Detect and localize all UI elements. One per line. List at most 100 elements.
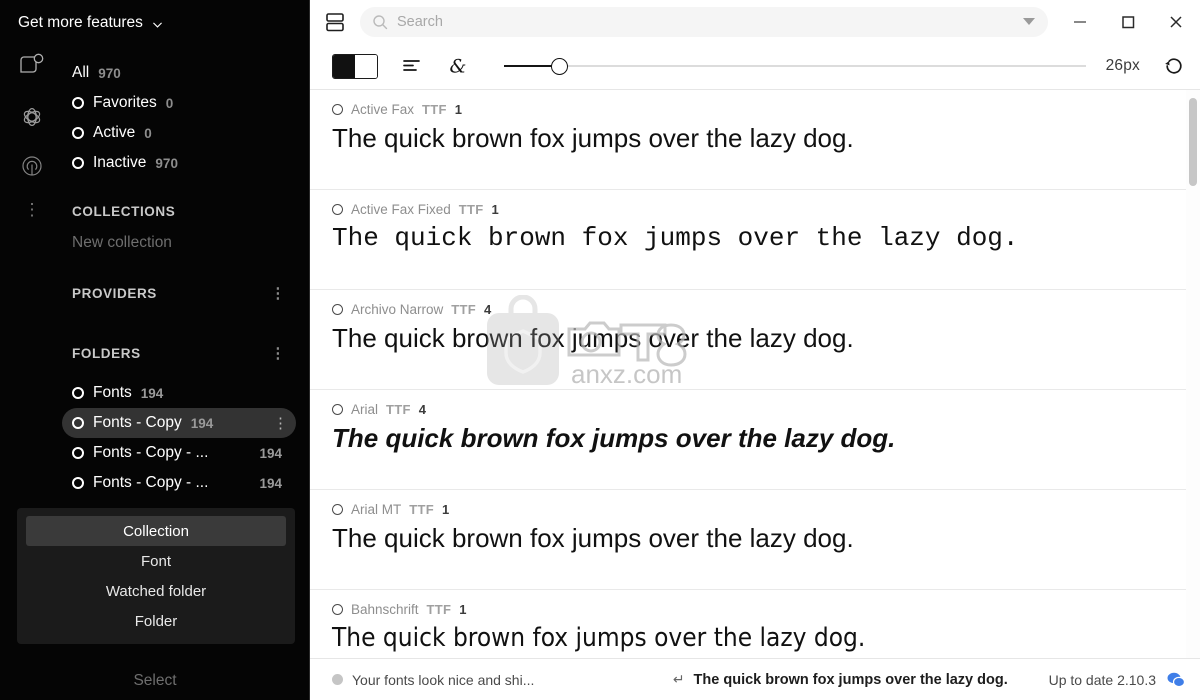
folder-label: Fonts - Copy - ...	[93, 474, 209, 491]
sidebar-item-inactive[interactable]: Inactive 970	[0, 148, 310, 178]
font-name: Archivo Narrow	[351, 302, 444, 317]
folder-kebab-menu-icon[interactable]: ⋮	[273, 416, 296, 431]
context-menu-item-font-label: Font	[140, 552, 171, 570]
context-menu-item-font[interactable]: Font	[26, 546, 286, 576]
reset-rotate-icon[interactable]	[1162, 54, 1186, 78]
table-row[interactable]: Bahnschrift TTF 1 The quick brown fox ju…	[310, 590, 1186, 658]
font-meta: Arial TTF 4	[332, 402, 1186, 417]
sidebar-folder-fonts[interactable]: Fonts 194	[62, 378, 296, 408]
folders-section-header: FOLDERS ⋮	[0, 336, 310, 370]
font-meta: Arial MT TTF 1	[332, 502, 1186, 517]
sidebar-folder-fonts-copy[interactable]: Fonts - Copy 194 ⋮	[62, 408, 296, 438]
sidebar-item-favorites-label: Favorites	[93, 94, 157, 111]
context-menu-item-folder[interactable]: Folder	[26, 606, 286, 636]
font-meta: Active Fax TTF 1	[332, 102, 1186, 117]
font-name: Bahnschrift	[351, 602, 419, 617]
font-sample-text: The quick brown fox jumps over the lazy …	[332, 123, 854, 153]
folder-label: Fonts - Copy - ...	[93, 444, 209, 461]
sidebar-folder-fonts-copy-3[interactable]: Fonts - Copy - ... 194	[62, 468, 296, 498]
table-row[interactable]: Active Fax Fixed TTF 1 The quick brown f…	[310, 190, 1186, 290]
select-label: Select	[133, 672, 177, 689]
font-sample-text: The quick brown fox jumps over the lazy …	[332, 623, 866, 653]
context-menu-item-watched-folder[interactable]: Watched folder	[26, 576, 286, 606]
ampersand-glyph-icon[interactable]: &	[446, 54, 470, 78]
ring-icon	[72, 477, 84, 489]
font-name: Active Fax	[351, 102, 415, 117]
folder-label: Fonts	[93, 384, 132, 401]
status-left[interactable]: Your fonts look nice and shi...	[332, 672, 632, 688]
ring-icon	[72, 97, 84, 109]
svg-text:&: &	[450, 56, 467, 78]
sidebar-item-active-count: 0	[144, 125, 152, 141]
new-collection-button[interactable]: New collection	[0, 228, 310, 258]
table-row[interactable]: Arial TTF 4 The quick brown fox jumps ov…	[310, 390, 1186, 490]
sidebar-item-all-count: 970	[98, 65, 121, 81]
preview-toolbar: & 26px	[310, 43, 1200, 90]
font-list: Active Fax TTF 1 The quick brown fox jum…	[310, 90, 1186, 658]
ring-icon	[72, 417, 84, 429]
scrollbar-thumb[interactable]	[1189, 98, 1197, 186]
enter-key-icon: ↵	[672, 671, 685, 687]
get-more-features-label: Get more features	[18, 14, 143, 31]
minimize-button[interactable]	[1056, 0, 1104, 43]
ring-icon[interactable]	[332, 204, 343, 215]
sidebar-item-favorites[interactable]: Favorites 0	[0, 88, 310, 118]
black-white-toggle[interactable]	[332, 53, 378, 79]
folders-kebab-menu-icon[interactable]: ⋮	[270, 346, 286, 361]
ring-icon	[72, 127, 84, 139]
scrollbar-track[interactable]	[1186, 90, 1200, 658]
slider-knob[interactable]	[551, 58, 569, 75]
folder-count: 194	[140, 385, 164, 401]
table-row[interactable]: Archivo Narrow TTF 4 The quick brown fox…	[310, 290, 1186, 390]
search-bar[interactable]	[360, 6, 1048, 37]
font-size-slider[interactable]	[504, 55, 1086, 77]
table-row[interactable]: Arial MT TTF 1 The quick brown fox jumps…	[310, 490, 1186, 590]
chat-bubble-icon[interactable]	[1166, 670, 1186, 690]
panel-layout-icon[interactable]	[324, 11, 346, 33]
search-input[interactable]	[388, 13, 1018, 30]
font-format: TTF	[422, 102, 447, 117]
status-dot-icon	[332, 674, 343, 685]
providers-title: PROVIDERS	[72, 285, 157, 301]
slider-fill	[504, 65, 557, 67]
title-bar	[310, 0, 1200, 43]
ring-icon[interactable]	[332, 404, 343, 415]
font-variant-count: 4	[418, 402, 426, 417]
status-center[interactable]: ↵ The quick brown fox jumps over the laz…	[632, 671, 1049, 688]
providers-kebab-menu-icon[interactable]: ⋮	[270, 286, 286, 301]
sidebar-item-active[interactable]: Active 0	[0, 118, 310, 148]
caret-down-icon[interactable]	[1018, 11, 1040, 33]
font-meta: Active Fax Fixed TTF 1	[332, 202, 1186, 217]
ring-icon	[72, 387, 84, 399]
status-preview-text: The quick brown fox jumps over the lazy …	[693, 671, 1008, 688]
ring-icon[interactable]	[332, 504, 343, 515]
context-menu-item-collection[interactable]: Collection	[26, 516, 286, 546]
select-button[interactable]: Select	[0, 672, 310, 690]
font-name: Active Fax Fixed	[351, 202, 451, 217]
font-size-value: 26px	[1105, 57, 1140, 74]
sidebar-folder-fonts-copy-2[interactable]: Fonts - Copy - ... 194	[62, 438, 296, 468]
sidebar-item-active-label: Active	[93, 124, 136, 141]
get-more-features-button[interactable]: Get more features	[0, 0, 309, 32]
ring-icon[interactable]	[332, 304, 343, 315]
ring-icon[interactable]	[332, 104, 343, 115]
text-align-left-icon[interactable]	[400, 54, 424, 78]
ring-icon	[72, 447, 84, 459]
table-row[interactable]: Active Fax TTF 1 The quick brown fox jum…	[310, 90, 1186, 190]
sidebar-item-inactive-label: Inactive	[93, 154, 147, 171]
maximize-button[interactable]	[1104, 0, 1152, 43]
folders-list: Fonts 194 Fonts - Copy 194 ⋮ Fonts - Cop…	[0, 378, 310, 498]
ring-icon[interactable]	[332, 604, 343, 615]
sidebar-filters: All 970 Favorites 0 Active 0 Inactive 97…	[0, 58, 310, 498]
font-sample-text: The quick brown fox jumps over the lazy …	[332, 223, 1019, 253]
font-format: TTF	[451, 302, 477, 317]
font-format: TTF	[386, 402, 411, 417]
status-left-text: Your fonts look nice and shi...	[352, 671, 535, 688]
font-format: TTF	[458, 202, 484, 217]
slider-track	[504, 65, 1086, 67]
close-button[interactable]	[1152, 0, 1200, 43]
sidebar-item-all[interactable]: All 970	[0, 58, 310, 88]
chevron-down-icon	[151, 18, 164, 31]
context-menu-item-collection-label: Collection	[123, 522, 189, 540]
font-variant-count: 1	[454, 102, 462, 117]
